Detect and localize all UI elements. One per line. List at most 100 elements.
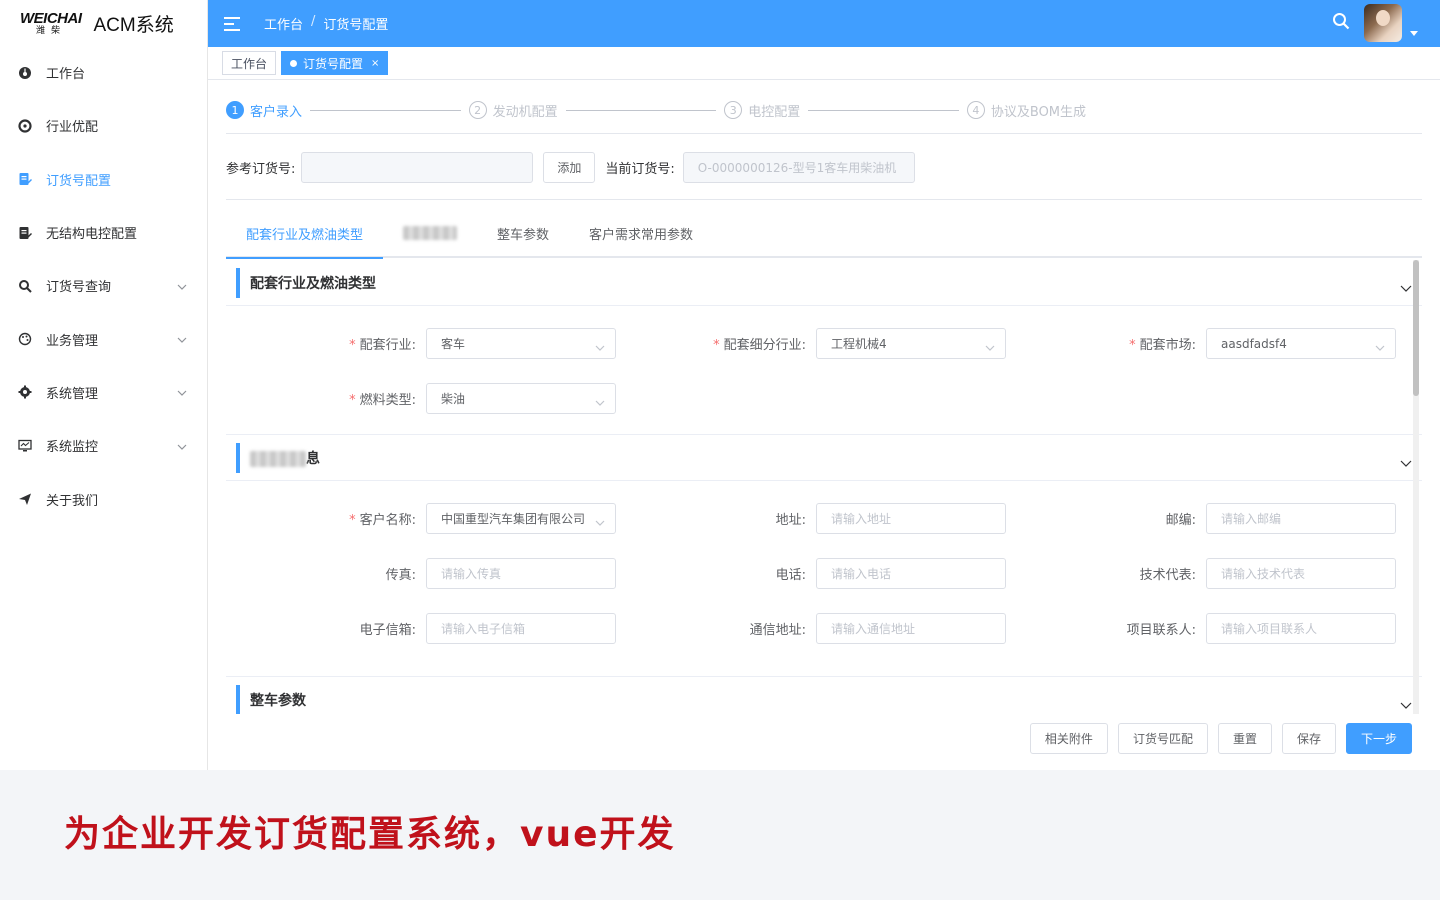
- step-number: 4: [966, 101, 985, 119]
- sidebar-item-unstructured-config[interactable]: 无结构电控配置: [0, 206, 207, 259]
- form-item-tech-rep: 技术代表: 请输入技术代表: [1006, 558, 1396, 589]
- chevron-down-icon: [985, 341, 995, 355]
- tab-customer-params[interactable]: 客户需求常用参数: [569, 209, 713, 257]
- attachments-button[interactable]: 相关附件: [1029, 723, 1108, 754]
- section-header-customer[interactable]: 息: [226, 435, 1422, 481]
- chevron-down-icon[interactable]: [1400, 278, 1412, 297]
- tab-industry-fuel[interactable]: 配套行业及燃油类型: [226, 209, 384, 259]
- sidebar-item-dashboard[interactable]: 工作台: [0, 46, 207, 99]
- scrollbar[interactable]: [1413, 260, 1419, 714]
- order-match-button[interactable]: 订货号匹配: [1117, 723, 1208, 754]
- fax-input[interactable]: 请输入传真: [426, 558, 616, 589]
- logo-text-en: WEICHAI: [20, 9, 82, 27]
- blurred-text: [250, 450, 306, 467]
- sidebar-item-label: 业务管理: [46, 333, 99, 349]
- sidebar-item-system-admin[interactable]: 系统管理: [0, 366, 207, 419]
- sidebar-item-industry[interactable]: 行业优配: [0, 99, 207, 152]
- field-label: * 配套市场:: [1129, 338, 1196, 353]
- step-customer-entry: 1 客户录入: [226, 101, 302, 120]
- sidebar-item-business[interactable]: 业务管理: [0, 312, 207, 365]
- breadcrumb-current: 订货号配置: [323, 18, 389, 33]
- form-item-phone: 电话: 请输入电话: [616, 558, 1006, 589]
- reference-order-label: 参考订货号:: [226, 162, 296, 177]
- step-connector: [310, 109, 461, 111]
- address-input[interactable]: 请输入地址: [816, 503, 1006, 534]
- step-label: 发动机配置: [492, 104, 558, 120]
- monitor-icon: [18, 439, 32, 453]
- tab-blurred[interactable]: [383, 209, 477, 257]
- dashboard-icon: [18, 66, 32, 80]
- search-icon[interactable]: [1332, 12, 1350, 34]
- step-engine-config: 2 发动机配置: [468, 101, 558, 120]
- form-item-fuel-type: * 燃料类型: 柴油: [226, 383, 616, 414]
- field-label: 通信地址:: [749, 623, 806, 638]
- tech-rep-input[interactable]: 请输入技术代表: [1206, 558, 1396, 589]
- sidebar-item-order-query[interactable]: 订货号查询: [0, 259, 207, 312]
- required-mark: *: [349, 393, 356, 408]
- chevron-down-icon[interactable]: [1400, 453, 1412, 472]
- required-mark: *: [349, 513, 356, 528]
- required-mark: *: [1129, 338, 1136, 353]
- form-scroll-area[interactable]: 配套行业及燃油类型 * 配套行业: 客车 * 配套细分行业: 工程机械4 * 配套市场…: [226, 260, 1422, 714]
- tag-label: 工作台: [231, 56, 268, 71]
- phone-input[interactable]: 请输入电话: [816, 558, 1006, 589]
- chevron-down-icon: [177, 281, 187, 296]
- sidebar-item-label: 订货号查询: [46, 280, 112, 296]
- blurred-text: [403, 226, 458, 240]
- industry-form: * 配套行业: 客车 * 配套细分行业: 工程机械4 * 配套市场: aasdfads…: [226, 306, 1422, 435]
- sidebar-item-about[interactable]: 关于我们: [0, 472, 207, 525]
- sidebar-item-label: 行业优配: [46, 120, 99, 136]
- fuel-type-select[interactable]: 柴油: [426, 383, 616, 414]
- current-order-label: 当前订货号:: [605, 162, 675, 177]
- form-item-address: 地址: 请输入地址: [616, 503, 1006, 534]
- sidebar-item-order-config[interactable]: 订货号配置: [0, 153, 207, 206]
- weichai-logo: WEICHAI 潍柴: [20, 11, 82, 36]
- add-button[interactable]: 添加: [543, 152, 596, 183]
- reference-order-input[interactable]: [301, 152, 534, 183]
- logo: WEICHAI 潍柴 ACM系统: [0, 0, 207, 46]
- scrollbar-thumb[interactable]: [1413, 260, 1419, 396]
- chevron-down-icon[interactable]: [1400, 695, 1412, 714]
- sidebar-item-label: 订货号配置: [46, 173, 112, 189]
- breadcrumb-home[interactable]: 工作台: [264, 14, 303, 33]
- field-label: 电子信箱:: [359, 623, 416, 638]
- tag-order-config[interactable]: 订货号配置 ×: [281, 51, 389, 75]
- sidebar-item-label: 无结构电控配置: [46, 227, 138, 243]
- section-title: 整车参数: [250, 692, 306, 709]
- step-number: 1: [226, 101, 244, 119]
- sidebar-item-system-monitor[interactable]: 系统监控: [0, 419, 207, 472]
- email-input[interactable]: 请输入电子信箱: [426, 613, 616, 644]
- close-icon[interactable]: ×: [371, 58, 379, 69]
- current-order-field: O-0000000126-型号1客车用柴油机: [682, 152, 915, 183]
- reset-button[interactable]: 重置: [1217, 723, 1272, 754]
- step-number: 2: [468, 101, 487, 119]
- form-item-email: 电子信箱: 请输入电子信箱: [226, 613, 616, 644]
- tab-vehicle-params[interactable]: 整车参数: [477, 209, 569, 257]
- customer-name-select[interactable]: 中国重型汽车集团有限公司: [426, 503, 616, 534]
- caret-down-icon[interactable]: [1410, 30, 1418, 36]
- field-label: * 配套细分行业:: [713, 338, 806, 353]
- tag-dashboard[interactable]: 工作台: [222, 51, 277, 75]
- step-number: 3: [724, 101, 743, 119]
- hamburger-menu-icon[interactable]: [224, 16, 240, 31]
- postcode-input[interactable]: 请输入邮编: [1206, 503, 1396, 534]
- market-select[interactable]: aasdfadsf4: [1206, 328, 1396, 359]
- required-mark: *: [349, 338, 356, 353]
- industry-select[interactable]: 客车: [426, 328, 616, 359]
- save-button[interactable]: 保存: [1281, 723, 1336, 754]
- sidebar-menu: 工作台 行业优配 订货号配置 无结构电控配置 订货号查询 业务管理 系统管理 系…: [0, 46, 207, 526]
- next-step-button[interactable]: 下一步: [1345, 723, 1412, 754]
- aperture-icon: [18, 119, 32, 133]
- sub-industry-select[interactable]: 工程机械4: [816, 328, 1006, 359]
- sidebar-item-label: 系统监控: [46, 440, 99, 456]
- avatar[interactable]: [1364, 4, 1402, 42]
- section-header-vehicle[interactable]: 整车参数: [226, 677, 1422, 714]
- project-contact-input[interactable]: 请输入项目联系人: [1206, 613, 1396, 644]
- form-item-industry: * 配套行业: 客车: [226, 328, 616, 359]
- divider: [226, 199, 1422, 200]
- section-header-industry[interactable]: 配套行业及燃油类型: [226, 260, 1422, 306]
- breadcrumb: 工作台 / 订货号配置: [264, 14, 388, 33]
- tags-view: 工作台 订货号配置 ×: [208, 47, 1440, 80]
- divider: [226, 133, 1422, 134]
- mailing-address-input[interactable]: 请输入通信地址: [816, 613, 1006, 644]
